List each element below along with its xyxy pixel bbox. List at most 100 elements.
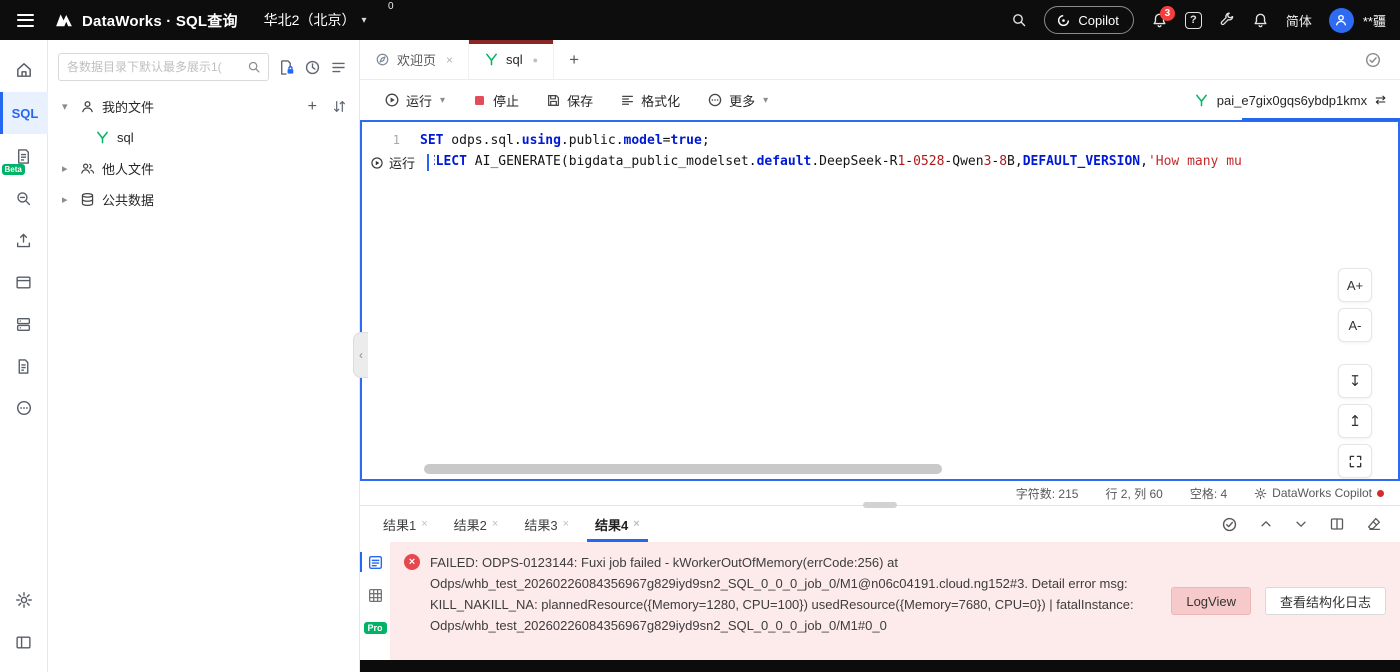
home-icon[interactable] — [0, 50, 48, 90]
inline-run-button[interactable]: 运行 — [365, 152, 435, 173]
document-icon[interactable] — [0, 346, 48, 386]
settings-gear-icon[interactable] — [0, 580, 48, 620]
font-increase-button[interactable]: A+ — [1338, 268, 1372, 302]
workbench-icon[interactable] — [0, 262, 48, 302]
code-token: public — [568, 133, 616, 148]
add-file-icon[interactable]: + — [308, 98, 317, 116]
cursor-position[interactable]: 行 2, 列 60 — [1105, 485, 1162, 502]
avatar[interactable] — [1328, 7, 1354, 33]
collapse-panel-icon[interactable] — [0, 622, 48, 662]
format-button[interactable]: 格式化 — [620, 91, 680, 110]
more-ellipsis-icon[interactable] — [0, 388, 48, 428]
close-icon[interactable]: × — [633, 518, 639, 530]
line-number: 1 — [392, 133, 400, 147]
upload-icon[interactable]: ↥ — [1338, 404, 1372, 438]
search-icon — [247, 60, 261, 74]
data-search-icon[interactable] — [0, 178, 48, 218]
code-token: 3 — [983, 154, 992, 169]
code-token: . — [615, 133, 624, 148]
code-token: SET — [420, 133, 444, 148]
run-label: 运行 — [406, 93, 433, 109]
database-icon — [80, 192, 95, 207]
stop-button[interactable]: 停止 — [472, 91, 519, 110]
search-input[interactable] — [67, 60, 243, 74]
copilot-status[interactable]: DataWorks Copilot — [1254, 486, 1384, 500]
tools-wrench-icon[interactable] — [1219, 12, 1235, 28]
font-decrease-button[interactable]: A- — [1338, 308, 1372, 342]
check-circle-icon[interactable] — [1221, 516, 1238, 533]
result-list-view-icon[interactable] — [360, 551, 386, 573]
code-editor[interactable]: 1 SET odps.sql. using. public. model = true; … — [360, 120, 1400, 481]
tab-label: 结果2 — [453, 517, 487, 533]
code-line-2: SELECT AI_GENERATE(bigdata_public_models… — [362, 151, 1398, 172]
fullscreen-icon[interactable] — [1338, 444, 1372, 478]
split-columns-icon[interactable] — [1329, 516, 1345, 532]
chevron-down-icon[interactable] — [1294, 517, 1308, 531]
chevron-up-icon[interactable] — [1259, 517, 1273, 531]
bell-icon[interactable] — [1252, 12, 1269, 29]
main-area: 欢迎页 × sql ● + 运行 ▾ 停止 保存 格式化 更多 ▾ pai_e7… — [360, 40, 1400, 672]
text-cursor — [427, 154, 430, 171]
resource-server-icon[interactable] — [0, 304, 48, 344]
new-tab-button[interactable]: + — [554, 40, 594, 79]
panel-collapse-handle[interactable]: ‹ — [353, 332, 368, 378]
close-icon[interactable]: × — [446, 53, 453, 67]
logview-button[interactable]: LogView — [1171, 587, 1251, 615]
tree-node-sql-file[interactable]: sql — [48, 122, 359, 153]
notification-badge: 3 — [1159, 5, 1175, 21]
menu-icon[interactable] — [12, 13, 38, 27]
result-tab-4[interactable]: 结果4 × — [582, 506, 653, 542]
notebook-icon[interactable]: Beta — [0, 136, 48, 176]
more-button[interactable]: 更多 ▾ — [707, 91, 768, 110]
tree-node-my-files[interactable]: ▾ 我的文件 + — [48, 91, 359, 122]
result-tab-2[interactable]: 结果2 × — [441, 506, 512, 542]
code-token: odps.sql. — [443, 133, 522, 148]
clear-eraser-icon[interactable] — [1366, 516, 1382, 532]
stop-label: 停止 — [493, 93, 520, 109]
result-table-view-icon[interactable] — [364, 584, 386, 606]
upload-icon[interactable] — [0, 220, 48, 260]
horizontal-scrollbar[interactable] — [424, 464, 942, 474]
code-token: 1 — [897, 154, 906, 169]
close-icon[interactable]: × — [492, 518, 498, 530]
copilot-button[interactable]: Copilot — [1044, 6, 1134, 34]
structured-log-button[interactable]: 查看结构化日志 — [1264, 587, 1386, 615]
announcement-icon[interactable]: 3 — [1151, 5, 1175, 29]
tab-welcome[interactable]: 欢迎页 × — [360, 40, 470, 79]
tree-node-public-data[interactable]: ▸ 公共数据 — [48, 184, 359, 215]
resize-handle[interactable] — [863, 502, 897, 508]
history-clock-icon[interactable] — [304, 59, 321, 76]
pro-feature-badge[interactable]: Pro — [363, 617, 387, 639]
compass-icon — [375, 52, 390, 67]
space-setting[interactable]: 空格: 4 — [1190, 485, 1227, 502]
download-icon[interactable]: ↧ — [1338, 364, 1372, 398]
username: **疆 — [1362, 13, 1386, 29]
help-icon[interactable]: ? — [1184, 11, 1202, 29]
resource-selector[interactable]: pai_e7gix0gqs6ybdp1kmx ⇄ — [1194, 92, 1400, 108]
tree-node-others-files[interactable]: ▸ 他人文件 — [48, 153, 359, 184]
explorer-search-box[interactable] — [58, 53, 269, 81]
copilot-status-label: DataWorks Copilot — [1272, 486, 1372, 500]
run-button[interactable]: 运行 ▾ — [384, 91, 445, 110]
region-selector[interactable]: 华北2（北京） ▾ — [264, 10, 367, 30]
arrow-down-glyph: ↧ — [1348, 373, 1362, 390]
close-icon[interactable]: × — [421, 518, 427, 530]
result-tab-3[interactable]: 结果3 × — [511, 506, 582, 542]
list-settings-icon[interactable] — [330, 59, 347, 76]
doc-lock-icon[interactable] — [278, 59, 295, 76]
search-icon[interactable] — [1011, 12, 1027, 28]
swap-icon[interactable]: ⇄ — [1375, 92, 1386, 108]
save-button[interactable]: 保存 — [546, 91, 593, 110]
language-selector[interactable]: 简体 — [1286, 11, 1312, 30]
result-tab-1[interactable]: 结果1 × — [370, 506, 441, 542]
sidebar-item-sql[interactable]: SQL — [0, 92, 48, 134]
inline-run-label: 运行 — [389, 156, 416, 171]
close-icon[interactable]: × — [563, 518, 569, 530]
tab-label: 结果3 — [524, 517, 558, 533]
modified-dot: ● — [532, 54, 539, 65]
sort-icon[interactable] — [332, 99, 347, 114]
tab-sql[interactable]: sql ● — [469, 40, 555, 79]
task-check-icon[interactable] — [1364, 51, 1382, 69]
results-side-rail: Pro — [360, 542, 390, 660]
tabbar-right — [1364, 40, 1400, 79]
